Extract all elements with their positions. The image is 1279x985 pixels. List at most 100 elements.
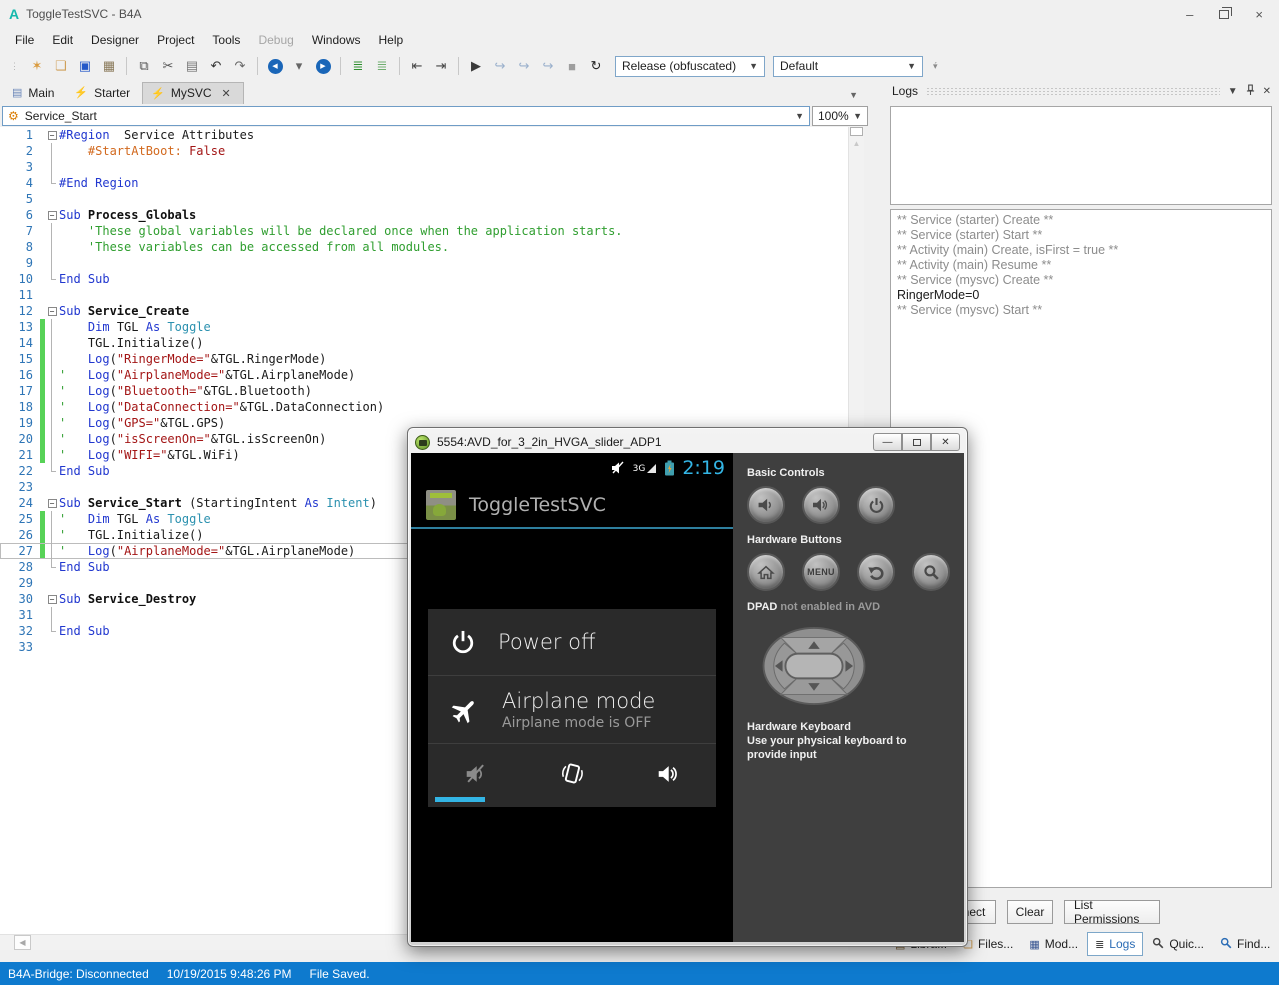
- fold-collapse-icon[interactable]: −: [45, 127, 59, 143]
- new-file-icon[interactable]: ✶: [26, 55, 48, 77]
- menu-item-help[interactable]: Help: [370, 30, 413, 50]
- code-line[interactable]: 13 Dim TGL As Toggle: [0, 319, 848, 335]
- minimize-button[interactable]: –: [1186, 7, 1193, 22]
- code-line[interactable]: 5: [0, 191, 848, 207]
- code-line[interactable]: 4#End Region: [0, 175, 848, 191]
- panel-drag-hatch[interactable]: [926, 87, 1220, 96]
- phone-screen[interactable]: 3G 2:19 ToggleTestSVC Power off: [411, 453, 733, 942]
- code-line[interactable]: 7 'These global variables will be declar…: [0, 223, 848, 239]
- fold-collapse-icon[interactable]: −: [45, 495, 59, 511]
- code-line[interactable]: 8 'These variables can be accessed from …: [0, 239, 848, 255]
- code-line[interactable]: 2 #StartAtBoot: False: [0, 143, 848, 159]
- bottom-tab-mod[interactable]: ▦Mod...: [1022, 933, 1085, 955]
- emulator-minimize-button[interactable]: —: [873, 433, 902, 451]
- toolbar-grip[interactable]: ⋮: [10, 61, 20, 72]
- cut-icon[interactable]: ✂: [157, 55, 179, 77]
- code-line[interactable]: 11: [0, 287, 848, 303]
- vibrate-mode-button[interactable]: [560, 762, 584, 789]
- uncomment-icon[interactable]: ≣: [371, 55, 393, 77]
- rebuild-icon[interactable]: ↻: [585, 55, 607, 77]
- redo-icon[interactable]: ↷: [229, 55, 251, 77]
- airplane-mode-option[interactable]: Airplane mode Airplane mode is OFF: [428, 675, 716, 743]
- emulator-close-button[interactable]: ✕: [931, 433, 960, 451]
- scroll-left-arrow-icon[interactable]: ◀: [14, 935, 31, 950]
- tab-starter[interactable]: ⚡Starter: [66, 82, 142, 104]
- log-entry[interactable]: ** Service (starter) Create **: [897, 213, 1265, 228]
- document-list-caret-icon[interactable]: ▼: [849, 90, 858, 100]
- save-icon[interactable]: ▣: [74, 55, 96, 77]
- emulator-title-bar[interactable]: 5554:AVD_for_3_2in_HVGA_slider_ADP1 — ✕: [411, 431, 964, 453]
- fold-minus-box[interactable]: −: [48, 595, 57, 604]
- pin-icon[interactable]: [1246, 84, 1255, 99]
- code-line[interactable]: 9: [0, 255, 848, 271]
- log-entry[interactable]: RingerMode=0: [897, 288, 1265, 303]
- back-button[interactable]: [857, 553, 895, 591]
- clear-button[interactable]: Clear: [1007, 900, 1053, 924]
- silent-mode-button[interactable]: [464, 764, 488, 787]
- fold-minus-box[interactable]: −: [48, 499, 57, 508]
- log-entry[interactable]: ** Activity (main) Create, isFirst = tru…: [897, 243, 1265, 258]
- menu-item-project[interactable]: Project: [148, 30, 203, 50]
- step-out-icon[interactable]: ↪: [537, 55, 559, 77]
- code-line[interactable]: 16' Log("AirplaneMode="&TGL.AirplaneMode…: [0, 367, 848, 383]
- sub-selector-dropdown[interactable]: ⚙ Service_Start ▼: [2, 106, 810, 126]
- comment-icon[interactable]: ≣: [347, 55, 369, 77]
- build-profile-dropdown[interactable]: Default ▼: [773, 56, 923, 77]
- code-line[interactable]: 1−#Region Service Attributes: [0, 127, 848, 143]
- open-folder-icon[interactable]: ❏: [50, 55, 72, 77]
- code-line[interactable]: 17' Log("Bluetooth="&TGL.Bluetooth): [0, 383, 848, 399]
- stop-icon[interactable]: ■: [561, 55, 583, 77]
- editor-zoom-dropdown[interactable]: 100% ▼: [812, 106, 868, 126]
- build-config-dropdown[interactable]: Release (obfuscated) ▼: [615, 56, 765, 77]
- run-icon[interactable]: ▶: [465, 55, 487, 77]
- logs-filter-box[interactable]: [890, 106, 1272, 205]
- navigate-back-icon[interactable]: ◀: [264, 55, 286, 77]
- search-button[interactable]: [912, 553, 950, 591]
- export-icon[interactable]: ▦: [98, 55, 120, 77]
- emulator-restore-button[interactable]: [902, 433, 931, 451]
- log-entry[interactable]: ** Service (starter) Start **: [897, 228, 1265, 243]
- menu-item-windows[interactable]: Windows: [303, 30, 370, 50]
- copy-icon[interactable]: ⧉: [133, 55, 155, 77]
- code-line[interactable]: 10End Sub: [0, 271, 848, 287]
- menu-item-file[interactable]: File: [6, 30, 43, 50]
- close-tab-icon[interactable]: ✕: [222, 87, 231, 100]
- power-off-option[interactable]: Power off: [428, 609, 716, 675]
- log-entry[interactable]: ** Service (mysvc) Start **: [897, 303, 1265, 318]
- outdent-icon[interactable]: ⇤: [406, 55, 428, 77]
- close-panel-icon[interactable]: ✕: [1263, 86, 1271, 97]
- menu-item-designer[interactable]: Designer: [82, 30, 148, 50]
- list-permissions-button[interactable]: List Permissions: [1064, 900, 1160, 924]
- log-entry[interactable]: ** Activity (main) Resume **: [897, 258, 1265, 273]
- menu-item-tools[interactable]: Tools: [203, 30, 249, 50]
- toolbar-overflow-icon[interactable]: ▾́: [933, 61, 938, 72]
- code-line[interactable]: 12−Sub Service_Create: [0, 303, 848, 319]
- fold-minus-box[interactable]: −: [48, 211, 57, 220]
- step-over-icon[interactable]: ↪: [513, 55, 535, 77]
- step-into-icon[interactable]: ↪: [489, 55, 511, 77]
- scroll-up-arrow-icon[interactable]: ▲: [849, 139, 864, 148]
- dpad-control[interactable]: [761, 626, 867, 706]
- fold-minus-box[interactable]: −: [48, 307, 57, 316]
- editor-split-handle[interactable]: [850, 127, 863, 136]
- undo-icon[interactable]: ↶: [205, 55, 227, 77]
- log-entry[interactable]: ** Service (mysvc) Create **: [897, 273, 1265, 288]
- tab-main[interactable]: ▤Main: [4, 82, 66, 104]
- code-line[interactable]: 15 Log("RingerMode="&TGL.RingerMode): [0, 351, 848, 367]
- paste-icon[interactable]: ▤: [181, 55, 203, 77]
- panel-menu-caret-icon[interactable]: ▼: [1228, 86, 1238, 97]
- fold-collapse-icon[interactable]: −: [45, 591, 59, 607]
- code-line[interactable]: 3: [0, 159, 848, 175]
- fold-collapse-icon[interactable]: −: [45, 207, 59, 223]
- close-button[interactable]: ×: [1255, 7, 1263, 22]
- power-button[interactable]: [857, 486, 895, 524]
- restore-button[interactable]: [1219, 10, 1229, 19]
- volume-down-button[interactable]: [747, 486, 785, 524]
- code-line[interactable]: 6−Sub Process_Globals: [0, 207, 848, 223]
- volume-up-button[interactable]: [802, 486, 840, 524]
- fold-minus-box[interactable]: −: [48, 131, 57, 140]
- menu-item-edit[interactable]: Edit: [43, 30, 82, 50]
- back-history-caret-icon[interactable]: ▾: [288, 55, 310, 77]
- navigate-forward-icon[interactable]: ▶: [312, 55, 334, 77]
- bottom-tab-logs[interactable]: ≣Logs: [1087, 932, 1143, 956]
